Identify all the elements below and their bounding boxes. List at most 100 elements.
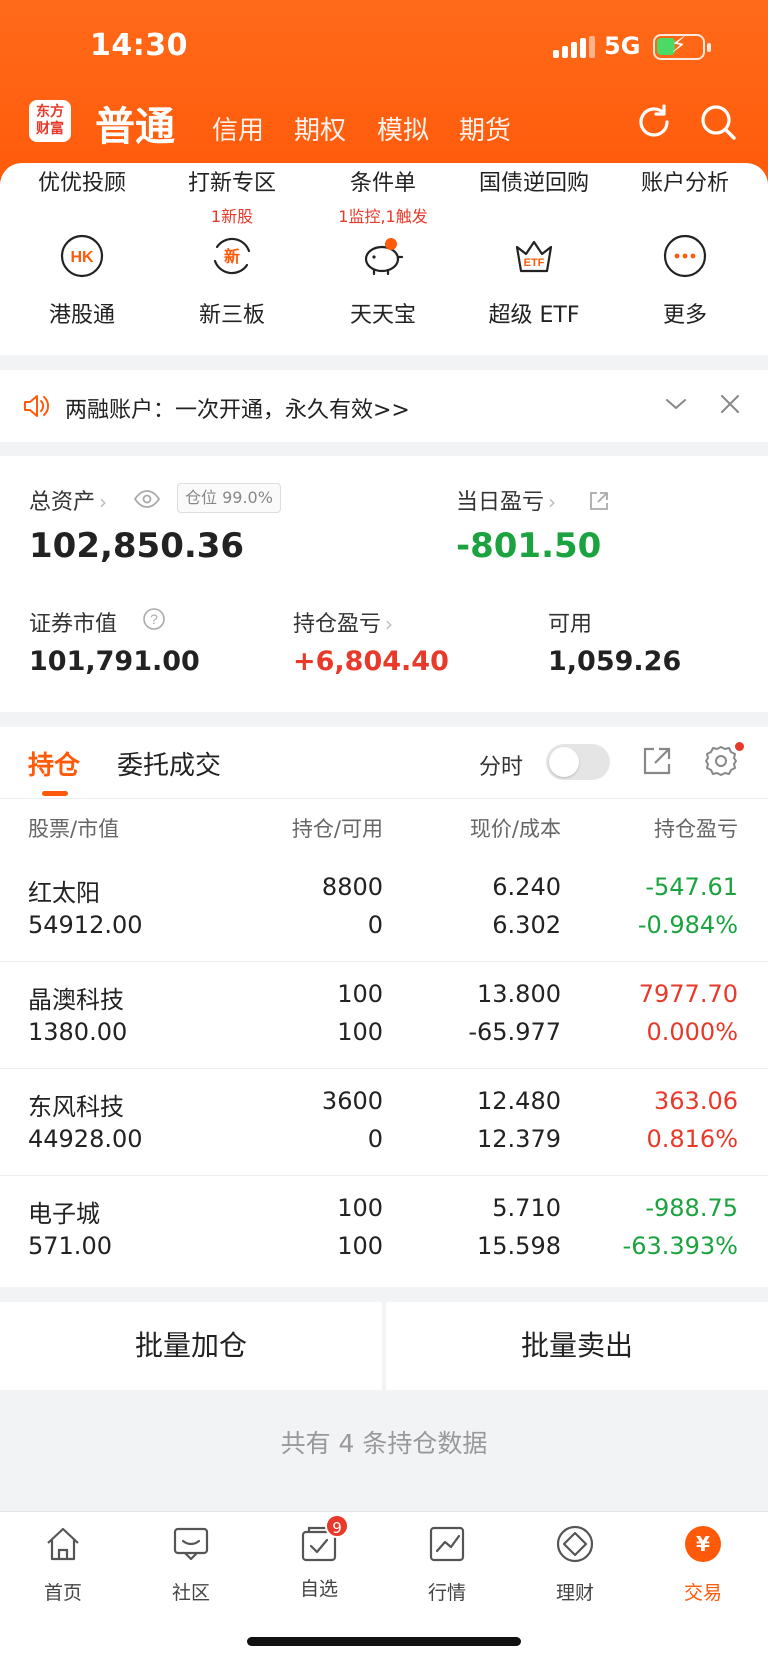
service-tiantianbao[interactable]: 天天宝 (308, 233, 458, 329)
svg-text:?: ? (150, 611, 158, 627)
help-icon[interactable]: ? (142, 607, 166, 631)
service-more[interactable]: 更多 (610, 233, 760, 329)
table-row[interactable]: 红太阳 54912.00 8800 0 6.240 6.302 -547.61 … (0, 855, 768, 962)
notice-text[interactable]: 两融账户：一次开通，永久有效>> (65, 392, 410, 424)
tab-community[interactable]: 社区 (141, 1524, 241, 1605)
eye-icon[interactable] (133, 490, 161, 508)
stock-qty: 100 (337, 980, 383, 1008)
tab-holdings[interactable]: 持仓 (28, 745, 80, 782)
stock-price: 12.480 (477, 1087, 561, 1115)
stock-available: 0 (367, 911, 383, 939)
tab-orders[interactable]: 委托成交 (117, 745, 221, 782)
total-assets-value: 102,850.36 (29, 526, 245, 566)
stock-cost: -65.977 (468, 1018, 561, 1046)
svg-text:ETF: ETF (524, 257, 545, 269)
stock-pl: -988.75 (645, 1194, 738, 1222)
margin-notice-banner[interactable]: 两融账户：一次开通，永久有效>> (0, 370, 768, 442)
share-icon[interactable] (641, 745, 673, 777)
share-small-icon[interactable] (588, 490, 610, 512)
stock-name: 晶澳科技 (28, 986, 124, 1014)
app-logo: 东方 财富 (29, 100, 71, 142)
stock-pl-pct: 0.000% (646, 1018, 738, 1046)
stock-cost: 6.302 (492, 911, 561, 939)
tab-watchlist[interactable]: 9 自选 (269, 1514, 369, 1601)
stock-price: 13.800 (477, 980, 561, 1008)
more-icon (663, 234, 707, 278)
tab-normal[interactable]: 普通 (95, 94, 175, 152)
holding-pl-label[interactable]: 持仓盈亏 › (293, 606, 393, 638)
col-price: 现价/成本 (469, 817, 561, 841)
svg-text:¥: ¥ (696, 1532, 710, 1556)
stock-market-value: 1380.00 (28, 1018, 128, 1046)
piggy-bank-icon (364, 238, 404, 276)
ipo-sub-label: 1新股 (210, 207, 254, 226)
holdings-section: 持仓 委托成交 分时 股票/市值 持仓/可用 现价/成本 持仓盈亏 红太阳 54… (0, 727, 768, 1287)
stock-available: 100 (337, 1232, 383, 1260)
stock-pl: 7977.70 (638, 980, 738, 1008)
holdings-count-text: 共有 4 条持仓数据 (280, 1429, 488, 1458)
total-assets-label[interactable]: 总资产 › (29, 484, 107, 516)
settings-red-dot (735, 742, 744, 751)
tab-trade[interactable]: ¥ 交易 (653, 1524, 753, 1605)
service-super-etf[interactable]: ETF 超级 ETF (459, 233, 609, 329)
shortcut-panel: 优优投顾 打新专区 1新股 条件单 1监控,1触发 国债逆回购 账户分析 HK … (0, 163, 768, 355)
stock-available: 0 (367, 1125, 383, 1153)
tab-market[interactable]: 行情 (397, 1524, 497, 1605)
quick-link-repo[interactable]: 国债逆回购 (459, 163, 609, 197)
fenshi-toggle[interactable] (546, 744, 610, 780)
etf-crown-icon: ETF (515, 240, 553, 273)
watchlist-badge: 9 (325, 1514, 349, 1538)
quick-link-ipo[interactable]: 打新专区 1新股 (157, 163, 307, 227)
batch-sell-button[interactable]: 批量卖出 (386, 1302, 768, 1390)
wealth-icon (556, 1525, 594, 1563)
community-icon (173, 1527, 209, 1561)
col-position: 持仓/可用 (291, 817, 383, 841)
tab-home[interactable]: 首页 (13, 1524, 113, 1605)
quick-link-analysis[interactable]: 账户分析 (610, 163, 760, 197)
market-value-label: 证券市值 (29, 612, 118, 637)
stock-name: 电子城 (28, 1200, 100, 1228)
stock-qty: 3600 (321, 1087, 383, 1115)
hk-icon: HK (60, 234, 104, 278)
market-icon (429, 1526, 465, 1562)
asset-summary: 总资产 › 仓位 99.0% 102,850.36 当日盈亏 › -801.50 证… (0, 456, 768, 712)
tab-futures[interactable]: 期货 (459, 110, 511, 147)
tab-credit[interactable]: 信用 (212, 110, 264, 147)
service-neeq[interactable]: 新 新三板 (157, 233, 307, 329)
stock-market-value: 44928.00 (28, 1125, 143, 1153)
position-ratio-tag: 仓位 99.0% (177, 483, 281, 513)
holding-pl-value: +6,804.40 (293, 646, 449, 677)
stock-market-value: 571.00 (28, 1232, 112, 1260)
stock-qty: 100 (337, 1194, 383, 1222)
tab-wealth[interactable]: 理财 (525, 1524, 625, 1605)
svg-text:HK: HK (70, 249, 94, 266)
table-row[interactable]: 晶澳科技 1380.00 100 100 13.800 -65.977 7977… (0, 962, 768, 1069)
search-icon[interactable] (698, 102, 738, 142)
quick-link-condition-order[interactable]: 条件单 1监控,1触发 (308, 163, 458, 227)
refresh-icon[interactable] (634, 102, 674, 142)
col-pl: 持仓盈亏 (654, 817, 738, 841)
gear-icon[interactable] (704, 744, 738, 778)
daily-pl-label[interactable]: 当日盈亏 › (456, 484, 556, 516)
stock-cost: 15.598 (477, 1232, 561, 1260)
condition-sub-label: 1监控,1触发 (338, 207, 428, 226)
holdings-tabs: 持仓 委托成交 分时 (0, 727, 768, 799)
table-row[interactable]: 电子城 571.00 100 100 5.710 15.598 -988.75 … (0, 1176, 768, 1283)
stock-market-value: 54912.00 (28, 911, 143, 939)
speaker-icon (24, 395, 50, 417)
stock-available: 100 (337, 1018, 383, 1046)
service-hk-connect[interactable]: HK 港股通 (7, 233, 157, 329)
batch-add-button[interactable]: 批量加仓 (0, 1302, 382, 1390)
stock-cost: 12.379 (477, 1125, 561, 1153)
chevron-down-icon[interactable] (664, 392, 688, 416)
stock-price: 6.240 (492, 873, 561, 901)
table-row[interactable]: 东风科技 44928.00 3600 0 12.480 12.379 363.0… (0, 1069, 768, 1176)
home-icon (47, 1527, 79, 1561)
quick-link-advisor[interactable]: 优优投顾 (7, 163, 157, 197)
stock-pl-pct: -63.393% (622, 1232, 738, 1260)
tab-options[interactable]: 期权 (294, 110, 346, 147)
market-value: 101,791.00 (29, 646, 200, 677)
tab-simulation[interactable]: 模拟 (377, 110, 429, 147)
close-icon[interactable] (718, 392, 742, 416)
signal-icon (553, 36, 595, 58)
